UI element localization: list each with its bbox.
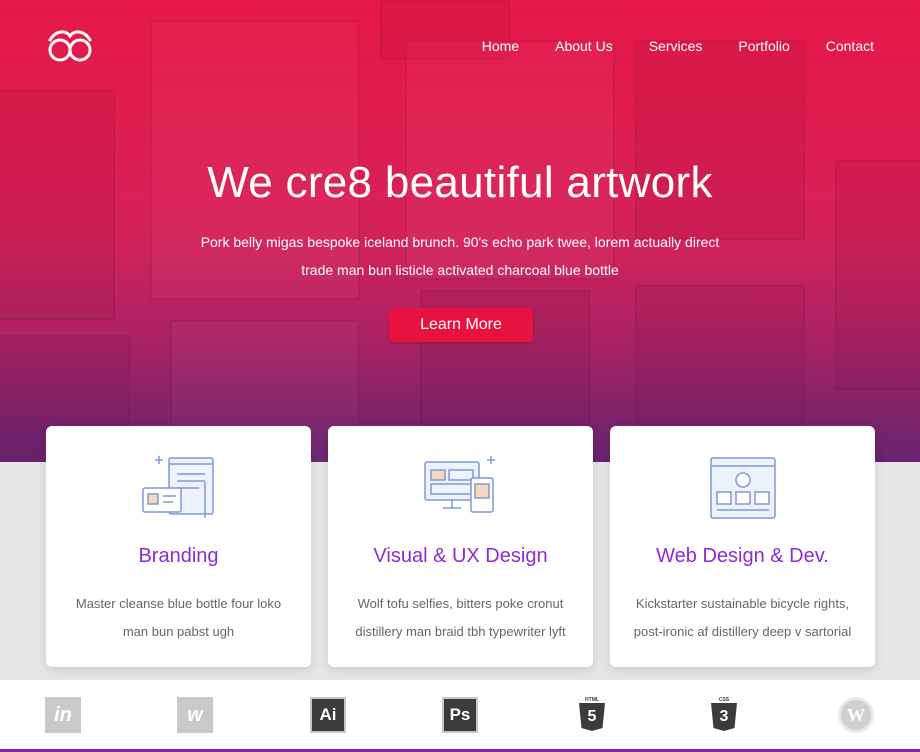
service-title-branding: Branding xyxy=(138,545,219,567)
service-text-branding: Master cleanse blue bottle four loko man… xyxy=(75,596,282,639)
svg-text:CSS: CSS xyxy=(719,697,730,703)
nav-portfolio[interactable]: Portfolio xyxy=(738,38,789,54)
html5-icon[interactable]: HTML 5 xyxy=(574,697,610,733)
nav-services[interactable]: Services xyxy=(649,38,703,54)
hero-subtitle-line-1: Pork belly migas bespoke iceland brunch.… xyxy=(200,234,720,250)
service-title-visual-ux: Visual & UX Design xyxy=(373,545,548,567)
nav-contact[interactable]: Contact xyxy=(826,38,874,54)
devices-icon xyxy=(423,456,495,513)
service-text-visual-ux: Wolf tofu selfies, bitters poke cronut d… xyxy=(355,596,566,639)
learn-more-button[interactable]: Learn More xyxy=(389,308,533,342)
photoshop-icon[interactable]: Ps xyxy=(442,697,478,733)
service-card-visual-ux[interactable]: Visual & UX Design Wolf tofu selfies, bi… xyxy=(328,426,593,667)
css3-icon[interactable]: CSS 3 xyxy=(706,697,742,733)
illustrator-icon[interactable]: Ai xyxy=(310,697,346,733)
brand-logo-icon[interactable] xyxy=(46,28,94,64)
nav-home[interactable]: Home xyxy=(482,38,519,54)
branding-icon xyxy=(141,456,214,518)
service-card-web-design[interactable]: Web Design & Dev. Kickstarter sustainabl… xyxy=(610,426,875,667)
service-text-web-design: Kickstarter sustainable bicycle rights, … xyxy=(633,596,852,639)
hero-subtitle-line-2: trade man bun listicle activated charcoa… xyxy=(301,262,619,278)
service-card-branding[interactable]: Branding Master cleanse blue bottle four… xyxy=(46,426,311,667)
hero-subtitle: Pork belly migas bespoke iceland brunch.… xyxy=(180,228,740,284)
nav-about-us[interactable]: About Us xyxy=(555,38,613,54)
svg-text:HTML: HTML xyxy=(585,697,599,703)
hero-title: We cre8 beautiful artwork xyxy=(207,158,713,207)
main-nav: Home About Us Services Portfolio Contact xyxy=(482,38,874,54)
tools-bar: in w Ai Ps HTML 5 CSS 3 W xyxy=(0,680,920,752)
service-title-web-design: Web Design & Dev. xyxy=(656,545,829,567)
hero-section: Home About Us Services Portfolio Contact… xyxy=(0,0,920,462)
web-layout-icon xyxy=(709,457,776,519)
invision-icon[interactable]: in xyxy=(45,697,81,733)
webflow-icon[interactable]: w xyxy=(177,697,213,733)
wordpress-icon[interactable]: W xyxy=(838,697,874,733)
